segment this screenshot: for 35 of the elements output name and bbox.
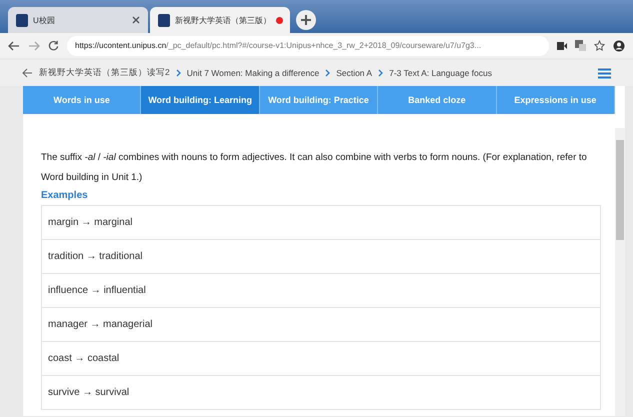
back-icon[interactable]	[22, 68, 33, 78]
back-icon[interactable]	[8, 40, 20, 50]
example-row: manager → managerial	[42, 308, 600, 342]
menu-icon[interactable]	[598, 68, 611, 78]
reload-icon[interactable]	[48, 40, 59, 51]
chevron-icon	[176, 69, 181, 77]
close-icon[interactable]	[132, 16, 140, 24]
examples-heading: Examples	[41, 190, 89, 201]
star-icon[interactable]	[594, 40, 605, 51]
example-row: coast → coastal	[42, 342, 600, 376]
browser-tab[interactable]: U校园	[8, 7, 148, 33]
example-row: influence → influential	[42, 274, 600, 308]
tab-title: 新视野大学英语（第三版）	[175, 14, 271, 26]
account-icon[interactable]	[613, 40, 625, 52]
tab-title: U校园	[33, 14, 56, 26]
example-row: survive → survival	[42, 376, 600, 410]
new-tab-icon[interactable]	[296, 10, 316, 30]
section-tab[interactable]: Word building: Learning	[141, 86, 260, 114]
breadcrumb-link[interactable]: Unit 7 Women: Making a difference	[186, 68, 320, 78]
camera-icon[interactable]	[557, 42, 567, 50]
breadcrumb-link[interactable]: Section A	[336, 68, 372, 78]
example-row: tradition → traditional	[42, 240, 600, 274]
app-logo-icon	[158, 14, 170, 26]
browser-tab[interactable]: 新视野大学英语（第三版）	[150, 7, 290, 33]
url-field[interactable]: https://ucontent.unipus.cn/_pc_default/pc.html?#/course-v1:Unipus+nhce_3_rw_2+2018_09/courseware/u7/u7g3...	[67, 36, 549, 56]
recording-dot-icon	[276, 16, 283, 24]
scrollbar-thumb[interactable]	[616, 140, 624, 240]
chevron-icon	[378, 69, 384, 77]
app-logo-icon	[16, 14, 28, 26]
scrollbar[interactable]	[615, 128, 625, 416]
chevron-icon	[325, 69, 330, 77]
breadcrumb-link[interactable]: 新视野大学英语（第三版）读写2	[39, 67, 170, 79]
intro-paragraph: The suffix -al / -ial combines with nouns to form adjectives. It can also combine with verbs to form nouns. (For explanation, refer to Word building in Unit 1.)	[41, 151, 588, 185]
breadcrumb-link[interactable]: 7-3 Text A: Language focus	[389, 68, 492, 78]
example-row: margin → marginal	[42, 206, 600, 240]
